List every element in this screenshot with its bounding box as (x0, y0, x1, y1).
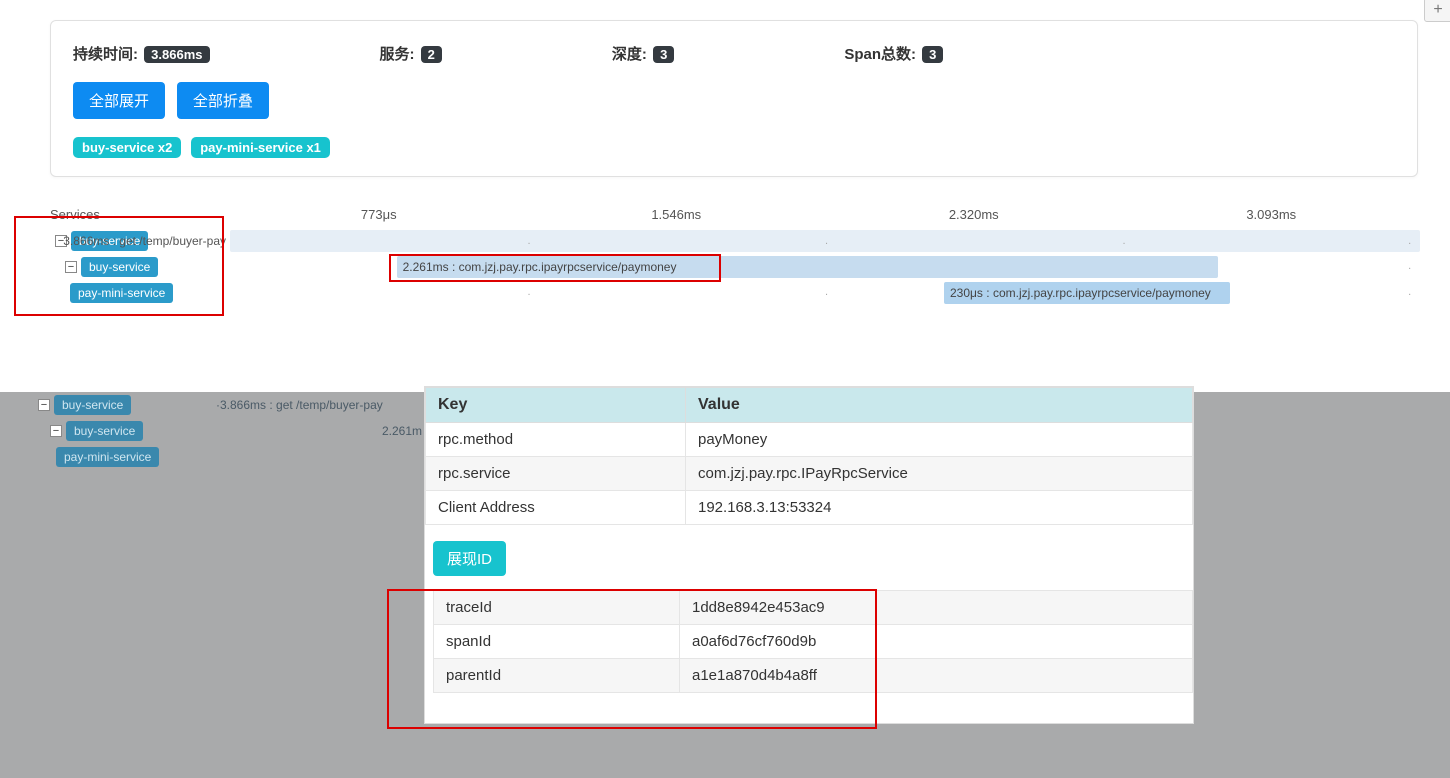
span-bar-area: 2.261ms : com.jzj.pay.rpc.ipayrpcservice… (230, 254, 1420, 280)
summary-spans-label: Span总数: (844, 46, 916, 63)
id-value: a1e1a870d4b4a8ff (680, 659, 1193, 693)
show-id-button[interactable]: 展现ID (433, 541, 506, 576)
action-row: 全部展开 全部折叠 (73, 82, 1395, 119)
timeline: Services 773μs 1.546ms 2.320ms 3.093ms −… (0, 200, 1420, 306)
span-detail-panel: Key Value rpc.method payMoney rpc.servic… (424, 386, 1194, 724)
tag-value: 192.168.3.13:53324 (686, 491, 1193, 525)
summary-spans: Span总数: 3 (844, 43, 943, 64)
collapse-icon[interactable]: − (65, 261, 77, 273)
summary-services-label: 服务: (380, 46, 415, 63)
tag-value: com.jzj.pay.rpc.IPayRpcService (686, 457, 1193, 491)
span-row[interactable]: − buy-service 3.866ms : get /temp/buyer-… (0, 228, 1420, 254)
tick-1: 773μs (230, 207, 528, 222)
table-row: Client Address 192.168.3.13:53324 (426, 491, 1193, 525)
table-row: rpc.method payMoney (426, 423, 1193, 457)
tree-node[interactable]: − buy-service (0, 257, 230, 277)
span-bar-label: 2.261ms : com.jzj.pay.rpc.ipayrpcservice… (403, 260, 677, 274)
expand-all-button[interactable]: 全部展开 (73, 82, 165, 119)
tag-key: rpc.method (426, 423, 686, 457)
tick-3: 2.320ms (825, 207, 1123, 222)
ids-table: traceId 1dd8e8942e453ac9 spanId a0af6d76… (433, 590, 1193, 693)
table-row: traceId 1dd8e8942e453ac9 (434, 591, 1193, 625)
id-value: 1dd8e8942e453ac9 (680, 591, 1193, 625)
table-row: parentId a1e1a870d4b4a8ff (434, 659, 1193, 693)
timeline-header: Services 773μs 1.546ms 2.320ms 3.093ms (0, 200, 1420, 228)
id-value: a0af6d76cf760d9b (680, 625, 1193, 659)
span-bar[interactable]: 230μs : com.jzj.pay.rpc.ipayrpcservice/p… (944, 282, 1230, 304)
service-tag: pay-mini-service (70, 283, 173, 303)
summary-spans-value: 3 (922, 46, 943, 63)
plus-icon: + (1433, 1, 1442, 19)
chip-row: buy-service x2 pay-mini-service x1 (73, 137, 1395, 158)
span-label: ·3.866ms : get /temp/buyer-pay (212, 398, 383, 412)
trace-summary-card: 持续时间: 3.866ms 服务: 2 深度: 3 Span总数: 3 全部展开… (50, 20, 1418, 177)
span-bar-label: 3.866ms : get /temp/buyer-pay (63, 234, 226, 248)
span-bar-area: 3.866ms : get /temp/buyer-pay . . . . (230, 228, 1420, 254)
summary-duration-value: 3.866ms (144, 46, 209, 63)
service-tag: buy-service (54, 395, 131, 415)
collapse-icon[interactable]: − (38, 399, 50, 411)
id-key: traceId (434, 591, 680, 625)
new-tab-button[interactable]: + (1424, 0, 1450, 22)
chip-pay-mini-service[interactable]: pay-mini-service x1 (191, 137, 330, 158)
chip-buy-service[interactable]: buy-service x2 (73, 137, 181, 158)
collapse-icon[interactable]: − (50, 425, 62, 437)
summary-depth-value: 3 (653, 46, 674, 63)
tick-2: 1.546ms (528, 207, 826, 222)
service-tag: pay-mini-service (56, 447, 159, 467)
span-label: 2.261m (212, 424, 422, 438)
collapse-all-button[interactable]: 全部折叠 (177, 82, 269, 119)
tag-key: Client Address (426, 491, 686, 525)
service-tag: buy-service (66, 421, 143, 441)
summary-depth: 深度: 3 (612, 43, 674, 64)
table-row: spanId a0af6d76cf760d9b (434, 625, 1193, 659)
tags-value-header: Value (686, 388, 1193, 423)
summary-row: 持续时间: 3.866ms 服务: 2 深度: 3 Span总数: 3 (73, 43, 1395, 64)
summary-services: 服务: 2 (380, 43, 442, 64)
tag-key: rpc.service (426, 457, 686, 491)
tags-table: Key Value rpc.method payMoney rpc.servic… (425, 387, 1193, 525)
span-row[interactable]: pay-mini-service 230μs : com.jzj.pay.rpc… (0, 280, 1420, 306)
span-row[interactable]: − buy-service 2.261ms : com.jzj.pay.rpc.… (0, 254, 1420, 280)
span-bar[interactable]: 3.866ms : get /temp/buyer-pay . . . . (230, 230, 1420, 252)
tags-key-header: Key (426, 388, 686, 423)
table-row: rpc.service com.jzj.pay.rpc.IPayRpcServi… (426, 457, 1193, 491)
tag-value: payMoney (686, 423, 1193, 457)
id-key: spanId (434, 625, 680, 659)
tick-4: 3.093ms (1123, 207, 1421, 222)
summary-duration: 持续时间: 3.866ms (73, 43, 210, 64)
summary-duration-label: 持续时间: (73, 46, 138, 63)
service-tag: buy-service (81, 257, 158, 277)
summary-services-value: 2 (421, 46, 442, 63)
summary-depth-label: 深度: (612, 46, 647, 63)
services-column-header: Services (0, 207, 230, 222)
id-key: parentId (434, 659, 680, 693)
span-bar-area: 230μs : com.jzj.pay.rpc.ipayrpcservice/p… (230, 280, 1420, 306)
span-bar-label: 230μs : com.jzj.pay.rpc.ipayrpcservice/p… (950, 286, 1211, 300)
span-bar[interactable]: 2.261ms : com.jzj.pay.rpc.ipayrpcservice… (397, 256, 1218, 278)
tree-node[interactable]: pay-mini-service (0, 283, 230, 303)
